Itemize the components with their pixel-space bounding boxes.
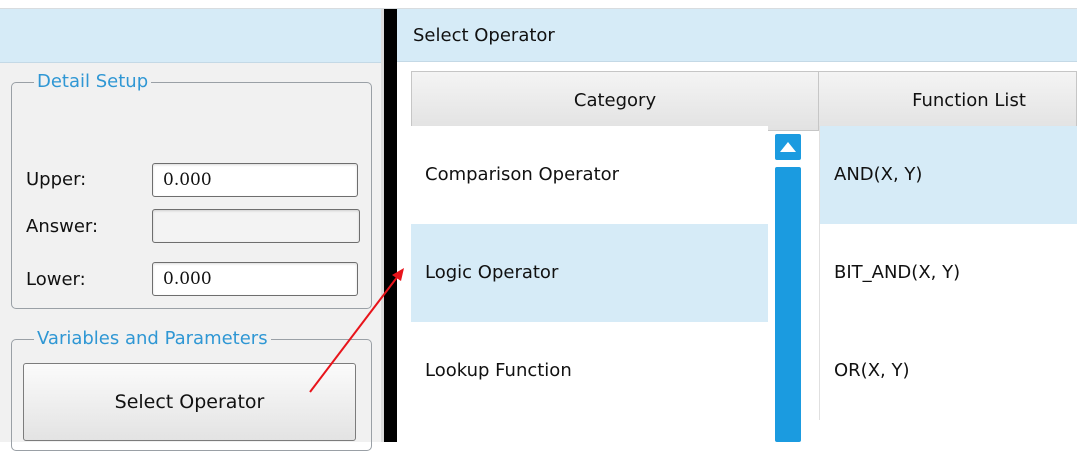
select-operator-dialog: Select Operator Category Function List C…: [397, 9, 1077, 442]
top-border: [0, 0, 1077, 9]
table-header: Category Function List: [411, 71, 1077, 131]
function-item-bit-and[interactable]: BIT_AND(X, Y): [819, 224, 1077, 322]
upper-label: Upper:: [26, 169, 87, 190]
category-item-comparison[interactable]: Comparison Operator: [411, 126, 768, 224]
category-item-logic[interactable]: Logic Operator: [411, 224, 768, 322]
scrollbar-thumb[interactable]: [775, 167, 801, 442]
category-scrollbar[interactable]: [773, 131, 803, 442]
detail-setup-legend: Detail Setup: [34, 70, 152, 94]
upper-input[interactable]: 0.000: [152, 163, 358, 197]
function-item-and[interactable]: AND(X, Y): [819, 126, 1077, 224]
scroll-up-arrow-icon[interactable]: [775, 134, 801, 160]
category-column-header: Category: [573, 90, 657, 111]
variables-parameters-group: Variables and Parameters Select Operator: [11, 327, 372, 451]
function-item-or[interactable]: OR(X, Y): [819, 322, 1077, 420]
dialog-title: Select Operator: [397, 9, 1077, 62]
category-item-lookup[interactable]: Lookup Function: [411, 322, 768, 420]
function-list-column-header: Function List: [912, 90, 1026, 111]
left-panel-header: [0, 9, 381, 63]
variables-parameters-legend: Variables and Parameters: [34, 327, 271, 351]
splitter-handle[interactable]: [384, 9, 397, 442]
detail-setup-group: Detail Setup Upper: 0.000 Answer: Lower:…: [11, 70, 372, 309]
lower-label: Lower:: [26, 269, 86, 290]
lower-input[interactable]: 0.000: [152, 262, 358, 296]
select-operator-button[interactable]: Select Operator: [23, 363, 356, 441]
answer-label: Answer:: [26, 216, 99, 237]
answer-input[interactable]: [152, 209, 360, 243]
left-panel: Detail Setup Upper: 0.000 Answer: Lower:…: [0, 9, 381, 451]
